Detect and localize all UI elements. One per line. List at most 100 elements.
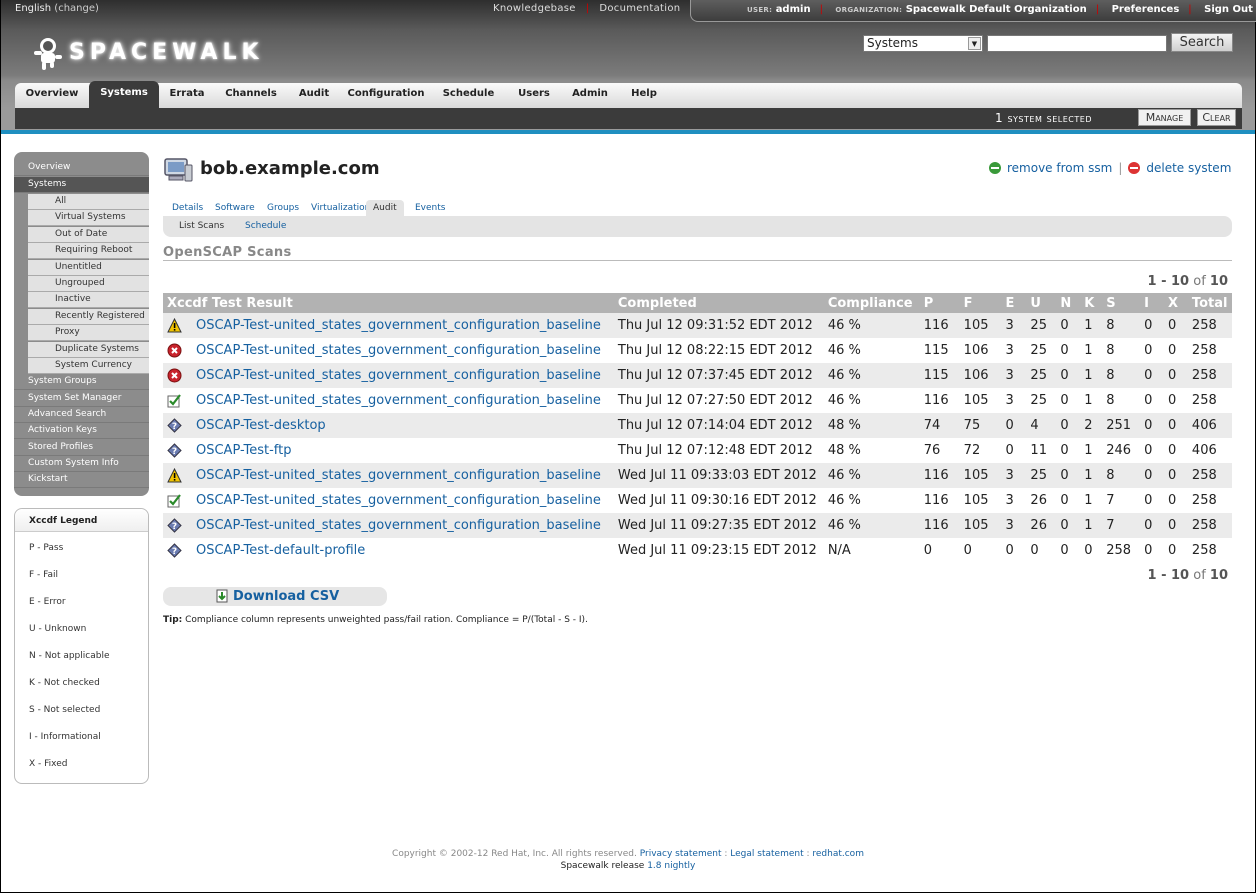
page-title: bob.example.com (200, 158, 380, 179)
cell-x: 0 (1164, 488, 1188, 513)
sidebar-subitem-inactive[interactable]: Inactive (28, 292, 149, 309)
check-icon (167, 493, 182, 508)
scan-result-link[interactable]: OSCAP-Test-united_states_government_conf… (196, 493, 601, 508)
scan-result-link[interactable]: OSCAP-Test-united_states_government_conf… (196, 343, 601, 358)
legal-link[interactable]: Legal statement (730, 849, 803, 859)
cell-p: 0 (919, 538, 960, 563)
column-header-i[interactable]: I (1140, 293, 1165, 313)
sidebar-subitem-requiring-reboot[interactable]: Requiring Reboot (28, 243, 149, 260)
privacy-link[interactable]: Privacy statement (640, 849, 722, 859)
sidebar-subitem-proxy[interactable]: Proxy (28, 325, 149, 342)
cell-compliance: 46 % (823, 313, 920, 338)
column-header-total[interactable]: Total (1187, 293, 1232, 313)
nav-tab-audit[interactable]: Audit (287, 83, 341, 109)
sidebar-subitem-virtual-systems[interactable]: Virtual Systems (28, 210, 149, 227)
tab-software[interactable]: Software (208, 200, 262, 216)
cell-n: 0 (1056, 338, 1081, 363)
search-scope-select[interactable]: Systems ▼ (863, 35, 983, 52)
nav-tab-overview[interactable]: Overview (15, 83, 89, 109)
column-header-s[interactable]: S (1102, 293, 1141, 313)
redhat-link[interactable]: redhat.com (812, 849, 864, 859)
scan-result-link[interactable]: OSCAP-Test-united_states_government_conf… (196, 393, 601, 408)
manage-button[interactable]: Manage (1138, 109, 1191, 126)
cell-e: 3 (1001, 463, 1027, 488)
column-header-compliance[interactable]: Compliance (823, 293, 920, 313)
sidebar-subitem-out-of-date[interactable]: Out of Date (28, 226, 149, 243)
column-header-xccdf-test-result[interactable]: Xccdf Test Result (163, 293, 614, 313)
delete-icon[interactable] (1128, 162, 1141, 174)
sidebar-subitem-system-currency[interactable]: System Currency (28, 358, 149, 374)
sidebar-item-overview[interactable]: Overview (14, 160, 149, 176)
cell-s: 7 (1102, 488, 1141, 513)
signout-link[interactable]: Sign Out (1204, 4, 1253, 15)
scan-result-link[interactable]: OSCAP-Test-united_states_government_conf… (196, 468, 601, 483)
nav-tab-users[interactable]: Users (506, 83, 562, 109)
sidebar-item-system-set-manager[interactable]: System Set Manager (14, 391, 149, 407)
tab-audit[interactable]: Audit (366, 200, 404, 216)
search-input[interactable] (987, 35, 1167, 52)
sidebar-subitem-all[interactable]: All (28, 194, 149, 210)
nav-tab-help[interactable]: Help (618, 83, 670, 109)
remove-icon[interactable] (989, 162, 1001, 174)
scan-result-link[interactable]: OSCAP-Test-united_states_government_conf… (196, 518, 601, 533)
cell-i: 0 (1140, 363, 1165, 388)
tab-groups[interactable]: Groups (260, 200, 306, 216)
org-link[interactable]: Spacewalk Default Organization (906, 4, 1087, 15)
scan-result-link[interactable]: OSCAP-Test-desktop (196, 418, 326, 433)
column-header-u[interactable]: U (1026, 293, 1057, 313)
sidebar-item-stored-profiles[interactable]: Stored Profiles (14, 440, 149, 456)
nav-tab-admin[interactable]: Admin (562, 83, 618, 109)
column-header-completed[interactable]: Completed (613, 293, 824, 313)
documentation-link[interactable]: Documentation (599, 3, 680, 14)
column-header-e[interactable]: E (1001, 293, 1027, 313)
column-header-k[interactable]: K (1080, 293, 1103, 313)
column-header-x[interactable]: X (1164, 293, 1188, 313)
sidebar-item-kickstart[interactable]: Kickstart (14, 472, 149, 489)
table-header: Xccdf Test Result Completed Compliance P F E U… (163, 293, 1232, 313)
version-link[interactable]: 1.8 nightly (647, 861, 695, 871)
knowledgebase-link[interactable]: Knowledgebase (493, 3, 576, 14)
sidebar-item-advanced-search[interactable]: Advanced Search (14, 407, 149, 423)
scan-result-link[interactable]: OSCAP-Test-united_states_government_conf… (196, 318, 601, 333)
cell-x: 0 (1164, 538, 1188, 563)
cell-compliance: 46 % (823, 338, 920, 363)
sidebar-item-custom-system-info[interactable]: Custom System Info (14, 456, 149, 472)
sidebar-subitem-unentitled[interactable]: Unentitled (28, 259, 149, 276)
sidebar-item-systems[interactable]: Systems (14, 177, 149, 193)
spacewalk-logo[interactable]: SPACEWALK (31, 36, 259, 72)
column-header-p[interactable]: P (919, 293, 960, 313)
table-row: OSCAP-Test-united_states_government_conf… (163, 363, 1232, 388)
column-header-n[interactable]: N (1056, 293, 1081, 313)
unknown-icon: ? (167, 518, 182, 533)
tab-events[interactable]: Events (408, 200, 452, 216)
cell-n: 0 (1056, 313, 1081, 338)
tab-details[interactable]: Details (165, 200, 210, 216)
sidebar-item-activation-keys[interactable]: Activation Keys (14, 423, 149, 440)
remove-from-ssm-link[interactable]: remove from ssm (1007, 161, 1112, 175)
sidebar-subitem-duplicate-systems[interactable]: Duplicate Systems (28, 341, 149, 358)
column-header-f[interactable]: F (959, 293, 1002, 313)
sidebar-subitem-recently-registered[interactable]: Recently Registered (28, 308, 149, 325)
download-csv-button[interactable]: Download CSV (163, 587, 387, 606)
scan-result-link[interactable]: OSCAP-Test-default-profile (196, 543, 365, 558)
preferences-link[interactable]: Preferences (1112, 4, 1180, 15)
nav-tab-schedule[interactable]: Schedule (431, 83, 506, 109)
clear-button[interactable]: Clear (1197, 109, 1236, 126)
separator: | (1118, 161, 1123, 175)
sidebar-item-system-groups[interactable]: System Groups (14, 374, 149, 391)
nav-tab-systems[interactable]: Systems (89, 81, 159, 109)
search-button[interactable]: Search (1171, 33, 1233, 52)
scan-result-link[interactable]: OSCAP-Test-ftp (196, 443, 292, 458)
nav-tab-errata[interactable]: Errata (159, 83, 215, 109)
nav-tab-configuration[interactable]: Configuration (341, 83, 431, 109)
pager-total: 10 (1209, 274, 1228, 289)
nav-tab-channels[interactable]: Channels (215, 83, 287, 109)
sidebar-subitem-ungrouped[interactable]: Ungrouped (28, 276, 149, 292)
user-link[interactable]: admin (776, 4, 811, 15)
scan-result-link[interactable]: OSCAP-Test-united_states_government_conf… (196, 368, 601, 383)
language-change-link[interactable]: (change) (54, 3, 99, 14)
subtab-list-scans[interactable]: List Scans (179, 221, 224, 231)
subtab-schedule[interactable]: Schedule (245, 221, 286, 231)
chevron-down-icon: ▼ (968, 37, 981, 50)
delete-system-link[interactable]: delete system (1146, 161, 1231, 175)
